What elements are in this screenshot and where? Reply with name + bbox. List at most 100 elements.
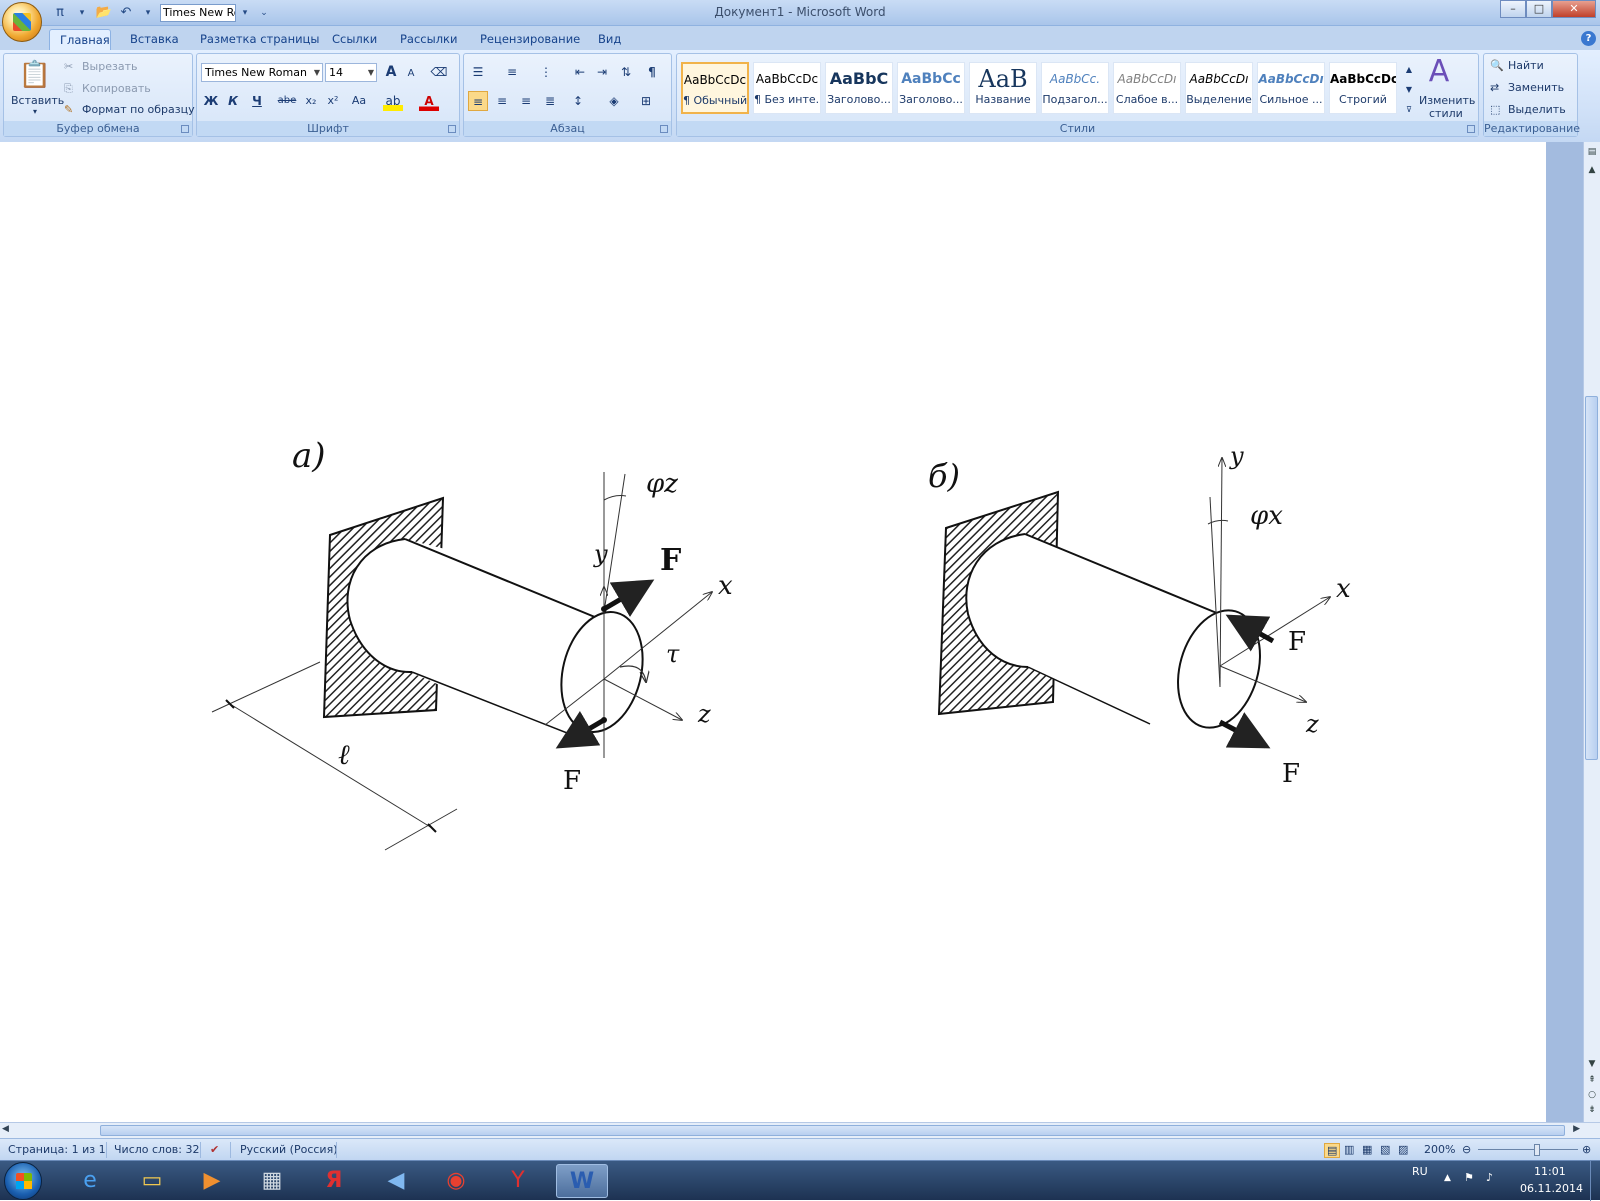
shrink-font-button[interactable]: A (401, 64, 421, 84)
close-button[interactable]: ✕ (1552, 0, 1596, 18)
style-normal[interactable]: AaBbCcDc ¶ Обычный (681, 62, 749, 114)
print-layout-view-icon[interactable]: ▤ (1324, 1143, 1341, 1158)
style-emphasis[interactable]: AaBbCcDı Выделение (1185, 62, 1253, 114)
style-heading-2[interactable]: AaBbCc Заголово... (897, 62, 965, 114)
font-color-icon[interactable]: A (419, 91, 439, 111)
styles-scroll-down-icon[interactable]: ▼ (1403, 80, 1415, 100)
copy-button[interactable]: Копировать (82, 82, 151, 95)
explorer-icon[interactable]: ▭ (126, 1164, 178, 1198)
media-player-icon[interactable]: ▶ (186, 1164, 238, 1198)
browse-object-icon[interactable]: ○ (1586, 1089, 1598, 1101)
volume-icon[interactable]: ♪ (1486, 1171, 1493, 1184)
show-desktop-button[interactable] (1590, 1161, 1600, 1201)
style-strong[interactable]: AaBbCcDc Строгий (1329, 62, 1397, 114)
find-button[interactable]: Найти (1508, 59, 1544, 72)
web-layout-icon[interactable]: ▦ (1362, 1143, 1372, 1156)
zoom-out-icon[interactable]: ⊖ (1462, 1143, 1471, 1156)
minimize-button[interactable]: – (1500, 0, 1526, 18)
zoom-slider-thumb[interactable] (1534, 1144, 1540, 1156)
clock-date[interactable]: 06.11.2014 (1520, 1182, 1583, 1195)
show-hidden-icons-icon[interactable]: ▲ (1444, 1173, 1451, 1183)
action-center-icon[interactable]: ⚑ (1464, 1171, 1474, 1184)
font-size-combo[interactable]: 14 ▼ (325, 63, 377, 82)
restore-button[interactable]: □ (1526, 0, 1552, 18)
change-case-button[interactable]: Aa (349, 91, 369, 111)
clipboard-launcher-icon[interactable] (181, 125, 189, 133)
scroll-left-icon[interactable]: ◀ (2, 1124, 9, 1134)
highlight-icon[interactable]: ab (383, 91, 403, 111)
paste-icon[interactable]: 📋 (18, 58, 52, 92)
chrome-icon[interactable]: ◉ (430, 1164, 482, 1198)
styles-more-icon[interactable]: ⊽ (1403, 100, 1415, 120)
office-button[interactable] (2, 2, 42, 42)
proofing-icon[interactable]: ✔ (210, 1143, 219, 1156)
clear-formatting-icon[interactable]: ⌫ (429, 62, 449, 82)
multilevel-list-icon[interactable]: ⋮ (536, 62, 556, 82)
align-center-icon[interactable]: ≡ (492, 91, 512, 111)
tab-view[interactable]: Вид (588, 29, 631, 50)
sort-icon[interactable]: ⇅ (616, 62, 636, 82)
page-count[interactable]: Страница: 1 из 1 (8, 1143, 106, 1156)
full-screen-reading-icon[interactable]: ▥ (1344, 1143, 1354, 1156)
calculator-icon[interactable]: ▦ (246, 1164, 298, 1198)
bold-button[interactable]: Ж (201, 91, 221, 111)
grow-font-button[interactable]: A (381, 62, 401, 82)
font-launcher-icon[interactable] (448, 125, 456, 133)
outline-view-icon[interactable]: ▧ (1380, 1143, 1390, 1156)
horizontal-scroll-thumb[interactable] (100, 1125, 1565, 1136)
paragraph-launcher-icon[interactable] (660, 125, 668, 133)
draft-view-icon[interactable]: ▨ (1398, 1143, 1408, 1156)
select-button[interactable]: Выделить (1508, 103, 1566, 116)
next-page-icon[interactable]: ⇟ (1586, 1104, 1598, 1116)
speaker-app-icon[interactable]: ◀ (370, 1164, 422, 1198)
font-name-combo[interactable]: Times New Roman ▼ (201, 63, 323, 82)
decrease-indent-icon[interactable]: ⇤ (570, 62, 590, 82)
zoom-slider[interactable] (1478, 1149, 1578, 1150)
previous-page-icon[interactable]: ⇞ (1586, 1074, 1598, 1086)
scroll-right-icon[interactable]: ▶ (1573, 1124, 1580, 1134)
style-subtle-emphasis[interactable]: AaBbCcDı Слабое в... (1113, 62, 1181, 114)
tab-insert[interactable]: Вставка (120, 29, 189, 50)
clock-time[interactable]: 11:01 (1534, 1165, 1566, 1178)
change-styles-icon[interactable]: A (1419, 56, 1459, 88)
style-heading-1[interactable]: AaBbC Заголово... (825, 62, 893, 114)
line-spacing-icon[interactable]: ↕ (568, 91, 588, 111)
language-indicator[interactable]: RU (1412, 1165, 1428, 1178)
yandex-browser-icon[interactable]: Y (492, 1164, 544, 1198)
tab-mailings[interactable]: Рассылки (390, 29, 467, 50)
style-intense-emphasis[interactable]: AaBbCcDı Сильное ... (1257, 62, 1325, 114)
justify-icon[interactable]: ≣ (540, 91, 560, 111)
word-count[interactable]: Число слов: 32 (114, 1143, 200, 1156)
paste-dropdown-icon[interactable]: ▾ (33, 107, 37, 116)
ruler-toggle-icon[interactable]: ▤ (1586, 146, 1598, 158)
scroll-down-icon[interactable]: ▼ (1586, 1058, 1598, 1070)
change-styles-label-1[interactable]: Изменить (1419, 94, 1475, 107)
style-subtitle[interactable]: AaBbCc. Подзагол... (1041, 62, 1109, 114)
align-right-icon[interactable]: ≡ (516, 91, 536, 111)
yandex-icon[interactable]: Я (308, 1164, 360, 1198)
style-title[interactable]: AaB Название (969, 62, 1037, 114)
zoom-in-icon[interactable]: ⊕ (1582, 1143, 1591, 1156)
increase-indent-icon[interactable]: ⇥ (592, 62, 612, 82)
paste-button[interactable]: Вставить (11, 94, 64, 107)
strikethrough-button[interactable]: abe (277, 91, 297, 111)
document-page[interactable]: а) y F x z τ φz F ℓ б) y φx x F z F (0, 142, 1583, 1122)
help-icon[interactable]: ? (1581, 31, 1596, 46)
replace-button[interactable]: Заменить (1508, 81, 1564, 94)
underline-button[interactable]: Ч (247, 91, 267, 111)
vertical-scroll-thumb[interactable] (1585, 396, 1598, 760)
tab-home[interactable]: Главная (49, 29, 111, 50)
change-styles-label-2[interactable]: стили (1429, 107, 1463, 120)
language-status[interactable]: Русский (Россия) (240, 1143, 338, 1156)
show-formatting-button[interactable]: ¶ (642, 62, 662, 82)
horizontal-scrollbar[interactable]: ◀ ▶ (0, 1122, 1600, 1138)
format-painter-button[interactable]: Формат по образцу (82, 103, 195, 116)
italic-button[interactable]: К (223, 91, 243, 111)
styles-scroll-up-icon[interactable]: ▲ (1403, 60, 1415, 80)
align-left-icon[interactable]: ≡ (468, 91, 488, 111)
styles-launcher-icon[interactable] (1467, 125, 1475, 133)
word-icon[interactable]: W (556, 1164, 608, 1198)
zoom-level[interactable]: 200% (1424, 1143, 1455, 1156)
tab-review[interactable]: Рецензирование (470, 29, 590, 50)
style-no-spacing[interactable]: AaBbCcDc ¶ Без инте... (753, 62, 821, 114)
